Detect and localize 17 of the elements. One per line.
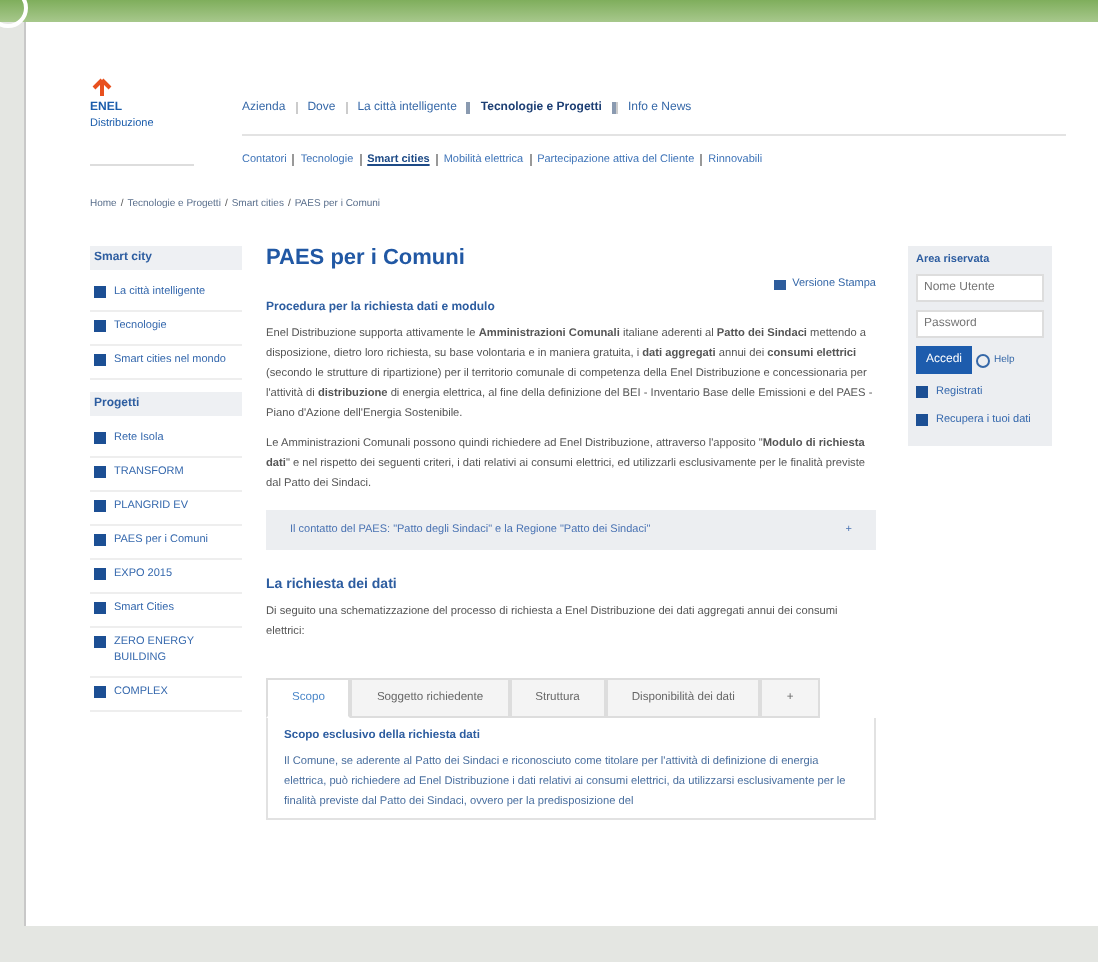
square-bullet-icon (94, 466, 106, 478)
help-icon (976, 353, 991, 367)
square-bullet-icon (94, 686, 106, 698)
square-bullet-icon (94, 354, 106, 366)
page-title: PAES per i Comuni (266, 246, 467, 270)
square-bullet-icon (916, 414, 928, 426)
square-bullet-icon (94, 500, 106, 512)
square-bullet-icon (916, 386, 928, 398)
print-icon (774, 279, 787, 289)
square-bullet-icon (94, 286, 106, 298)
square-bullet-icon (94, 568, 106, 580)
square-bullet-icon (94, 320, 106, 332)
square-bullet-icon (94, 432, 106, 444)
logo-icon (90, 78, 114, 98)
square-bullet-icon (94, 602, 106, 614)
square-bullet-icon (94, 534, 106, 546)
square-bullet-icon (94, 636, 106, 648)
